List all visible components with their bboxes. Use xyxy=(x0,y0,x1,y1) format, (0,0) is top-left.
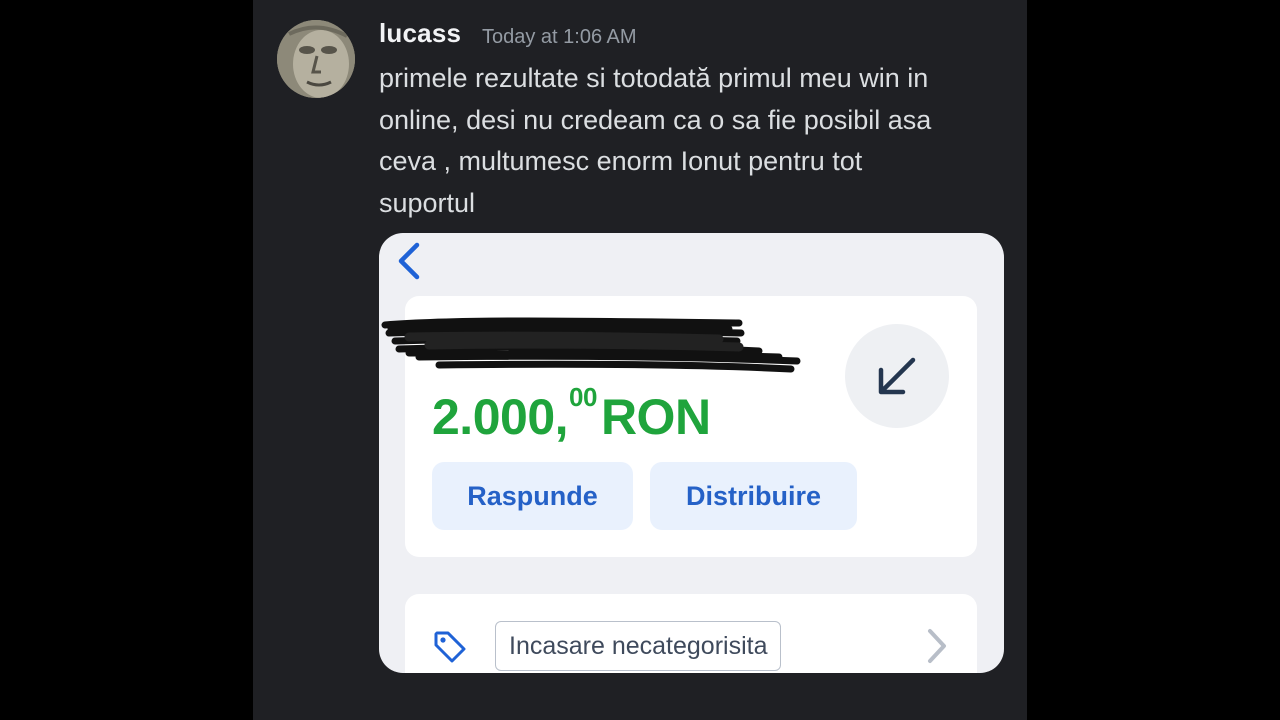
chevron-left-icon xyxy=(398,242,420,280)
share-button[interactable]: Distribuire xyxy=(650,462,857,530)
amount-decimals: 00 xyxy=(569,382,597,412)
redaction-scribble xyxy=(381,317,801,373)
message-text: primele rezultate si totodată primul meu… xyxy=(379,58,1019,224)
message-timestamp: Today at 1:06 AM xyxy=(482,26,637,48)
message-line: ceva , multumesc enorm Ionut pentru tot xyxy=(379,146,863,176)
amount-currency: RON xyxy=(600,389,711,445)
message-line: primele rezultate si totodată primul meu… xyxy=(379,63,929,93)
user-avatar[interactable] xyxy=(277,20,355,98)
message-line: suportul xyxy=(379,187,476,218)
amount-main: 2.000, xyxy=(432,389,569,445)
back-button[interactable] xyxy=(391,237,431,285)
username[interactable]: lucass xyxy=(379,18,461,49)
image-attachment[interactable]: 2.000,00RON Raspunde Distribuire Incasar… xyxy=(379,233,1004,673)
tag-icon xyxy=(434,631,466,663)
incoming-badge xyxy=(845,324,949,428)
avatar-image xyxy=(277,20,355,98)
arrow-down-left-icon xyxy=(878,357,916,395)
chevron-right-icon[interactable] xyxy=(924,627,950,665)
transaction-amount: 2.000,00RON xyxy=(432,384,711,446)
message-line: online, desi nu credeam ca o sa fie posi… xyxy=(379,104,932,135)
category-chip[interactable]: Incasare necategorisita xyxy=(495,621,782,671)
reply-button[interactable]: Raspunde xyxy=(432,462,633,530)
